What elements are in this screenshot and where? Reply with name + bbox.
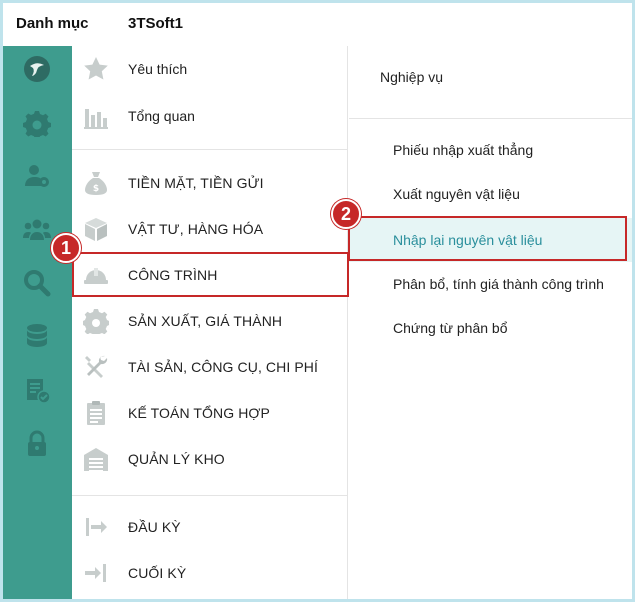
submenu-header: Nghiệp vụ [380,69,444,85]
money-bag-icon: $ [82,169,110,197]
org-name: 3TSoft1 [128,15,184,32]
menu-divider [72,495,348,496]
top-bar: Danh mục 3TSoft1 [0,0,635,46]
gear-icon [82,307,110,335]
menu-item-favorites[interactable]: Yêu thích [72,49,348,89]
tools-icon [82,353,110,381]
lock-icon[interactable] [22,429,52,459]
menu-item-opening[interactable]: ĐẦU KỲ [72,507,348,547]
menu-item-construction[interactable]: CÔNG TRÌNH [72,255,348,295]
submenu-item-issue-materials[interactable]: Xuất nguyên vật liệu [349,172,632,216]
svg-text:$: $ [93,184,99,194]
database-icon[interactable] [22,321,52,351]
submenu-item-allocation-vouchers[interactable]: Chứng từ phân bổ [349,306,632,350]
arrow-into-bar-icon [82,559,110,587]
category-label[interactable]: Danh mục [16,15,89,32]
bar-chart-icon [82,102,110,130]
logo-icon[interactable] [22,54,52,84]
user-settings-icon[interactable] [22,161,52,191]
submenu-item-return-materials[interactable]: Nhập lại nguyên vật liệu [349,218,632,262]
menu-divider [72,149,348,150]
clipboard-icon [82,399,110,427]
star-icon [82,55,110,83]
menu-item-production[interactable]: SẢN XUẤT, GIÁ THÀNH [72,301,348,341]
warehouse-icon [82,445,110,473]
menu-item-cash[interactable]: $ TIỀN MẶT, TIỀN GỬI [72,163,348,203]
submenu-panel: Nghiệp vụ Phiếu nhập xuất thẳng Xuất ngu… [349,46,632,599]
menu-item-materials[interactable]: VẬT TƯ, HÀNG HÓA [72,209,348,249]
users-icon[interactable] [22,215,52,245]
report-check-icon[interactable] [22,375,52,405]
hardhat-icon [82,261,110,289]
menu-item-closing[interactable]: CUỐI KỲ [72,553,348,593]
gear-icon[interactable] [22,108,52,138]
search-icon[interactable] [22,268,52,298]
submenu-item-direct-import-export[interactable]: Phiếu nhập xuất thẳng [349,128,632,172]
menu-item-overview[interactable]: Tổng quan [72,96,348,136]
icon-rail [3,46,72,599]
menu-item-general-accounting[interactable]: KẾ TOÁN TỔNG HỢP [72,393,348,433]
main-menu: Yêu thích Tổng quan $ TIỀN MẶT, TIỀN GỬI… [72,46,348,599]
submenu-divider [349,118,632,119]
submenu-item-cost-allocation[interactable]: Phân bổ, tính giá thành công trình [349,262,632,306]
arrow-right-bar-icon [82,513,110,541]
box-icon [82,215,110,243]
step-badge-1: 1 [51,233,81,263]
menu-item-assets[interactable]: TÀI SẢN, CÔNG CỤ, CHI PHÍ [72,347,348,387]
menu-item-warehouse[interactable]: QUẢN LÝ KHO [72,439,348,479]
step-badge-2: 2 [331,199,361,229]
